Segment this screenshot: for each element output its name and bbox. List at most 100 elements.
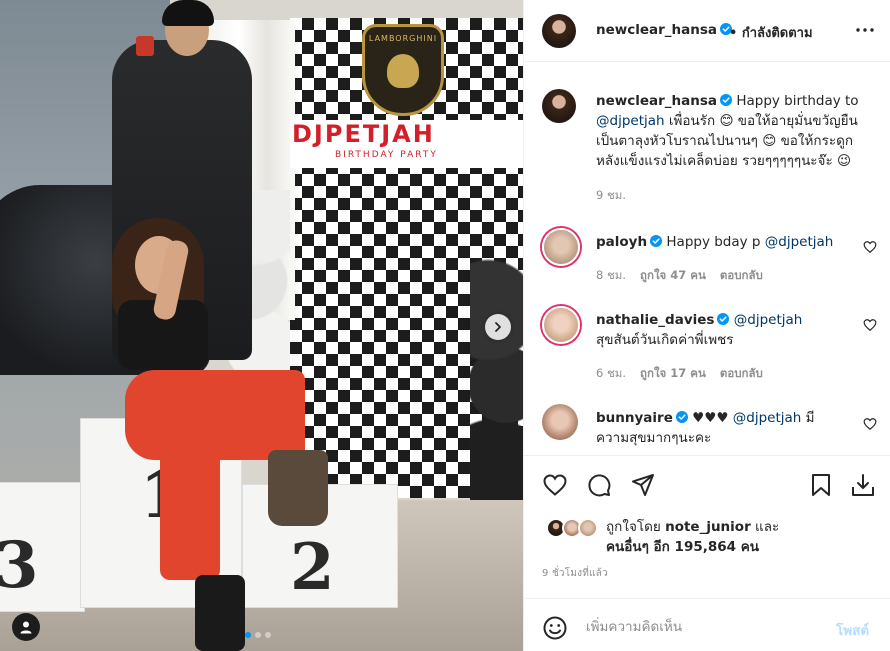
photo-emblem-bull — [387, 54, 419, 88]
comment-like-count[interactable]: ถูกใจ 47 คน — [640, 268, 706, 282]
post-photo[interactable]: DJPETJAH BIRTHDAY PARTY LAMBORGHINI 3 1 … — [0, 0, 523, 651]
comment-username[interactable]: bunnyaire — [596, 410, 673, 426]
more-options-button[interactable] — [854, 22, 876, 36]
emoji-icon — [543, 616, 567, 640]
download-icon — [852, 474, 874, 496]
comment-username[interactable]: nathalie_davies — [596, 312, 714, 328]
photo-woman-leg — [160, 440, 220, 580]
instagram-post-modal: DJPETJAH BIRTHDAY PARTY LAMBORGHINI 3 1 … — [0, 0, 890, 651]
likes-others-prefix[interactable]: คนอื่นๆ อีก — [606, 539, 670, 555]
comment-username[interactable]: paloyh — [596, 234, 647, 250]
caption-username[interactable]: newclear_hansa — [596, 93, 717, 109]
caption-time[interactable]: 9 ชม. — [596, 188, 626, 202]
comment-time[interactable]: 6 ชม. — [596, 366, 626, 380]
comment-hearts: ♥♥♥ — [692, 410, 729, 426]
heart-icon — [863, 241, 877, 254]
likes-user[interactable]: note_junior — [665, 519, 751, 535]
caption-text: newclear_hansa Happy birthday to @djpetj… — [596, 91, 881, 171]
photo-emblem-text: LAMBORGHINI — [368, 34, 438, 43]
following-button[interactable]: • กำลังติดตาม — [729, 22, 813, 43]
emoji-button[interactable] — [542, 615, 568, 641]
post-comment-button[interactable]: โพสต์ — [836, 619, 869, 641]
comment-icon — [588, 474, 611, 497]
comment-mention[interactable]: @djpetjah — [765, 234, 834, 250]
comment-like-count[interactable]: ถูกใจ 17 คน — [640, 366, 706, 380]
comment-composer: โพสต์ — [524, 598, 890, 651]
photo-banner-logo: DJPETJAH — [292, 120, 435, 148]
comment-avatar-nathalie[interactable] — [542, 306, 580, 344]
comment-mention[interactable]: @djpetjah — [733, 410, 802, 426]
photo-man-hair — [162, 0, 214, 26]
comment-like-button[interactable] — [863, 317, 877, 332]
comment-meta: 6 ชม. ถูกใจ 17 คน ตอบกลับ — [596, 365, 777, 383]
comment-avatar-paloyh[interactable] — [542, 228, 580, 266]
comment-meta: 8 ชม. ถูกใจ 47 คน ตอบกลับ — [596, 267, 777, 285]
comment-text: paloyh Happy bday p @djpetjah — [596, 232, 858, 252]
comment-button[interactable] — [586, 472, 612, 498]
more-horizontal-icon — [856, 28, 874, 32]
separator-dot: • — [729, 26, 738, 41]
comment-reply-button[interactable]: ตอบกลับ — [720, 366, 763, 380]
save-button[interactable] — [808, 472, 834, 498]
comment-reply-button[interactable]: ตอบกลับ — [720, 268, 763, 282]
comment-item: bunnyaire ♥♥♥ @djpetjah มี ความสุขมากๆนะ… — [524, 402, 890, 454]
photo-red-cup — [136, 36, 154, 56]
heart-icon — [543, 474, 567, 496]
photo-boot-left — [195, 575, 245, 651]
heart-icon — [863, 319, 877, 332]
like-button[interactable] — [542, 472, 568, 498]
likes-others-link[interactable]: คนอื่นๆ อีก 195,864 คน — [606, 539, 759, 555]
comment-body: Happy bday p — [666, 234, 761, 250]
comment-text: nathalie_davies @djpetjah สุขสันต์วันเกิ… — [596, 310, 858, 350]
likes-count[interactable]: 195,864 — [675, 539, 737, 555]
caption-meta: 9 ชม. — [596, 187, 640, 205]
comment-like-button[interactable] — [863, 416, 877, 431]
following-label[interactable]: กำลังติดตาม — [742, 26, 813, 41]
photo-boot-right — [268, 450, 328, 526]
carousel-dot[interactable] — [245, 632, 251, 638]
likes-prefix: ถูกใจโดย — [606, 519, 661, 535]
comment-body-line-2: ความสุขมากๆนะคะ — [596, 430, 712, 446]
share-button[interactable] — [630, 472, 656, 498]
likes-and: และ — [755, 519, 780, 535]
caption-text-2: เพื่อนรัก 😊 ขอให้อายุมั่นขวัญยืน — [668, 113, 858, 129]
comment-body: มี — [805, 410, 815, 426]
author-avatar[interactable] — [542, 14, 576, 48]
photo-podium-number-3: 3 — [0, 528, 39, 603]
user-tag-icon — [20, 621, 32, 634]
liker-avatar[interactable] — [578, 518, 598, 538]
comment-like-button[interactable] — [863, 239, 877, 254]
author-username-text[interactable]: newclear_hansa — [596, 22, 717, 38]
download-button[interactable] — [850, 472, 876, 498]
post-timestamp[interactable]: 9 ชั่วโมงที่แล้ว — [542, 566, 608, 581]
comment-item: nathalie_davies @djpetjah สุขสันต์วันเกิ… — [524, 302, 890, 402]
verified-badge-icon — [717, 313, 730, 325]
verified-badge-icon — [720, 94, 733, 106]
action-bar — [524, 455, 890, 515]
caption-line-2: เป็นตาลุงหัวโบราณไปนานๆ 😊 ขอให้กระดูก — [596, 133, 854, 149]
post-side-panel: newclear_hansa • กำลังติดตาม newclear_ha… — [523, 0, 890, 651]
carousel-dot[interactable] — [255, 632, 261, 638]
caption-line-3: หลังแข็งแรงไม่เคล็ดบ่อย รวยๆๆๆๆๆนะจ๊ะ 😉 — [596, 153, 852, 169]
send-icon — [632, 474, 654, 496]
post-header: newclear_hansa • กำลังติดตาม — [524, 0, 890, 62]
caption-mention[interactable]: @djpetjah — [596, 113, 665, 129]
bookmark-icon — [812, 474, 830, 496]
photo-podium-number-2: 2 — [290, 530, 335, 605]
caption-avatar[interactable] — [542, 89, 576, 123]
carousel-dot[interactable] — [265, 632, 271, 638]
comment-item: paloyh Happy bday p @djpetjah 8 ชม. ถูกใจ… — [524, 224, 890, 304]
tagged-users-button[interactable] — [12, 613, 40, 641]
comment-input[interactable] — [586, 613, 816, 641]
carousel-next-button[interactable] — [485, 314, 511, 340]
verified-badge-icon — [675, 411, 688, 423]
comments-list[interactable]: newclear_hansa Happy birthday to @djpetj… — [524, 63, 890, 454]
likes-summary: ถูกใจโดย note_junior และ คนอื่นๆ อีก 195… — [524, 515, 890, 561]
chevron-right-icon — [495, 322, 501, 332]
likes-suffix[interactable]: คน — [741, 539, 759, 555]
comment-time[interactable]: 8 ชม. — [596, 268, 626, 282]
author-username[interactable]: newclear_hansa — [596, 22, 733, 38]
comment-text: bunnyaire ♥♥♥ @djpetjah มี ความสุขมากๆนะ… — [596, 408, 858, 448]
comment-mention[interactable]: @djpetjah — [734, 312, 803, 328]
comment-avatar-bunnyaire[interactable] — [542, 404, 578, 440]
